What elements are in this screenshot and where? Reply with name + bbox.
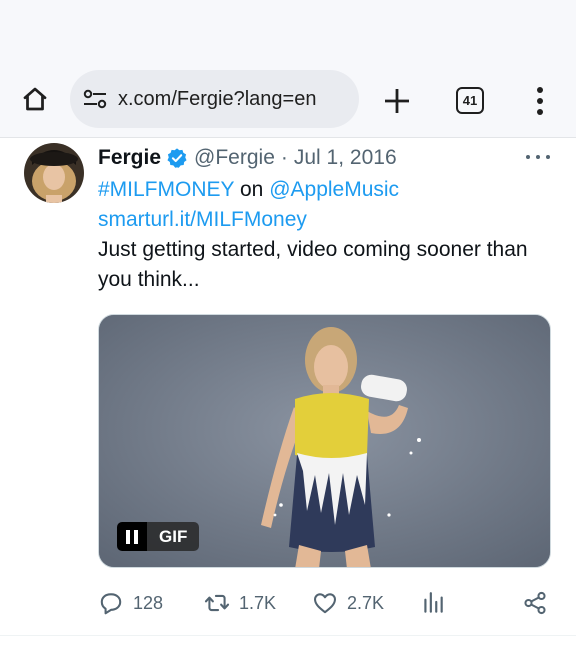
tweet-actions: 128 1.7K 2.7K: [98, 589, 554, 617]
retweet-count: 1.7K: [239, 592, 277, 613]
avatar[interactable]: [24, 143, 84, 203]
analytics-icon: [424, 592, 443, 613]
home-icon: [23, 87, 47, 111]
new-tab-button[interactable]: [380, 84, 414, 118]
author-handle[interactable]: @Fergie: [194, 146, 275, 170]
retweet-button[interactable]: 1.7K: [204, 589, 276, 617]
verified-badge-icon[interactable]: [166, 147, 188, 169]
share-button[interactable]: [522, 589, 557, 617]
more-vert-icon[interactable]: [528, 84, 552, 118]
tweet-date[interactable]: Jul 1, 2016: [294, 146, 397, 170]
url-text[interactable]: x.com/Fergie?lang=en: [118, 88, 316, 111]
header-separator: ·: [280, 146, 288, 169]
tweet-body: Just getting started, video coming soone…: [98, 238, 528, 291]
reply-icon: [100, 593, 122, 615]
gif-media[interactable]: GIF: [98, 314, 551, 568]
pause-icon[interactable]: [117, 522, 147, 551]
tweet-line-1: #MILFMONEY on @AppleMusic: [98, 175, 548, 205]
tweet-text: #MILFMONEY on @AppleMusic smarturl.it/MI…: [98, 175, 548, 295]
tweet-header: Fergie @Fergie · Jul 1, 2016: [98, 145, 397, 171]
like-button[interactable]: 2.7K: [312, 589, 384, 617]
tune-icon[interactable]: [82, 88, 108, 110]
gif-controls[interactable]: GIF: [117, 522, 200, 551]
browser-toolbar: x.com/Fergie?lang=en 41: [0, 62, 576, 138]
share-icon: [524, 591, 546, 615]
more-horiz-icon[interactable]: [526, 153, 550, 161]
mention-link[interactable]: @AppleMusic: [269, 178, 399, 201]
heart-icon: [314, 593, 336, 614]
on-word: on: [234, 178, 270, 201]
url-link[interactable]: smarturl.it/MILFMoney: [98, 208, 307, 231]
reply-count: 128: [133, 592, 164, 613]
author-name[interactable]: Fergie: [98, 146, 161, 170]
like-count: 2.7K: [347, 592, 385, 613]
retweet-icon: [204, 594, 230, 612]
views-button[interactable]: [420, 589, 455, 617]
hashtag-link[interactable]: #MILFMONEY: [98, 178, 234, 201]
tab-count: 41: [462, 93, 478, 108]
tweet-divider: [0, 635, 576, 636]
tab-switcher-button[interactable]: 41: [456, 87, 484, 114]
gif-badge: GIF: [147, 522, 200, 551]
address-bar[interactable]: x.com/Fergie?lang=en: [70, 70, 359, 128]
home-button[interactable]: [18, 82, 52, 116]
plus-icon: [385, 89, 409, 113]
tweet[interactable]: Fergie @Fergie · Jul 1, 2016 #MILFMONEY …: [0, 139, 576, 648]
reply-button[interactable]: 128: [98, 589, 163, 617]
status-bar-area: [0, 0, 576, 62]
